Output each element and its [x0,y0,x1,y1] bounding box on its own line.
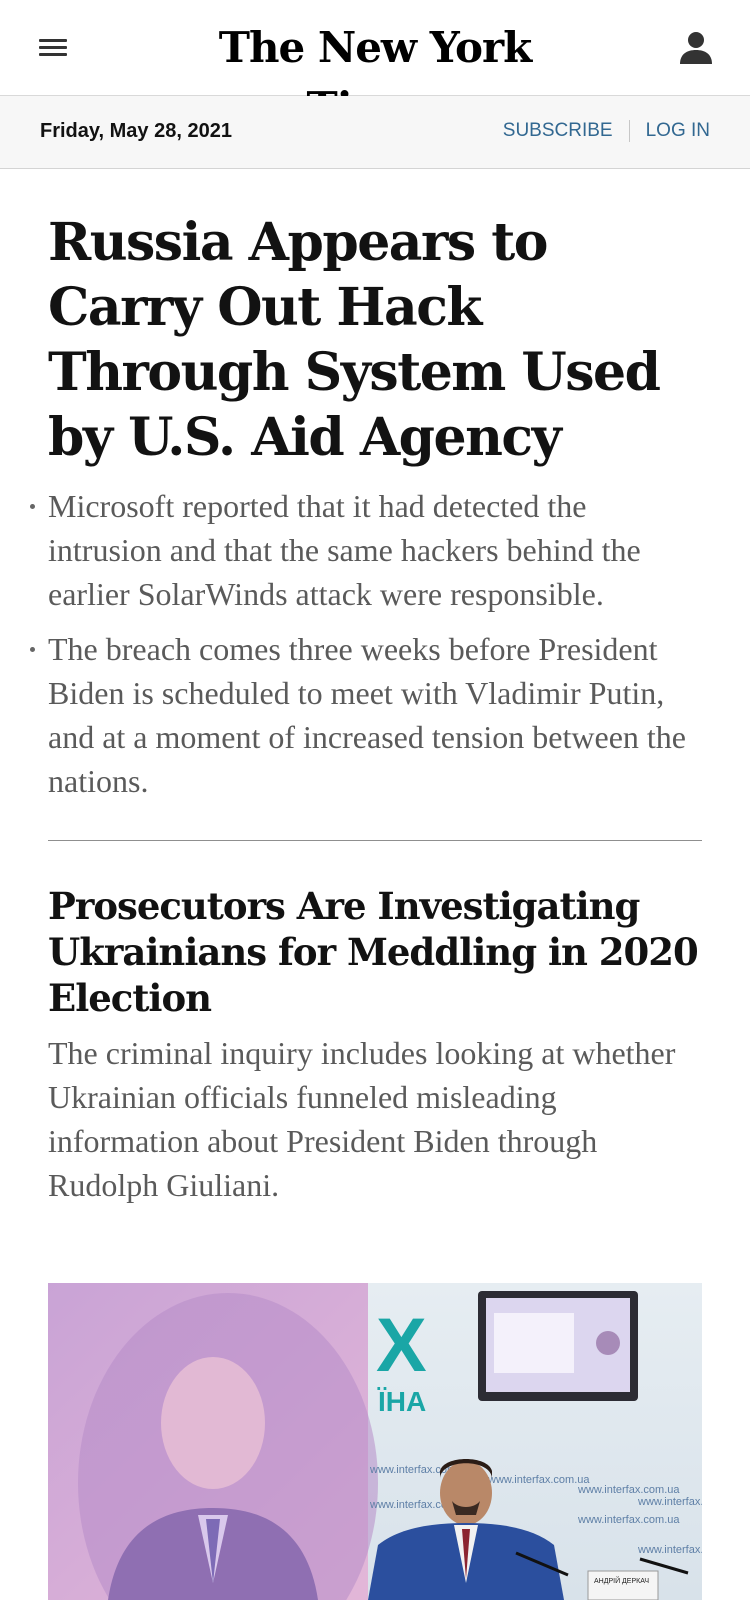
nameplate-text: АНДРІЙ ДЕРКАЧ [594,1576,649,1585]
lead-headline[interactable]: Russia Appears to Carry Out Hack Through… [48,210,702,470]
svg-text:www.interfax.com.ua: www.interfax.com.ua [637,1496,702,1508]
date-bar: Friday, May 28, 2021 SUBSCRIBE LOG IN [0,96,750,169]
current-date: Friday, May 28, 2021 [40,120,232,142]
interfax-logo-sub: ÏНА [377,1386,426,1417]
main-content: Russia Appears to Carry Out Hack Through… [30,210,702,1207]
svg-text:www.interfax.com.ua: www.interfax.com.ua [637,1544,702,1556]
press-conference-image: X ÏНА www.interfax.com.ua www.interfax.c… [48,1283,702,1600]
subscribe-link[interactable]: SUBSCRIBE [503,120,613,142]
lead-summary-list: Microsoft reported that it had detected … [30,484,702,803]
hamburger-menu-icon[interactable] [36,33,72,63]
lead-summary-bullet: The breach comes three weeks before Pres… [30,627,702,803]
login-link[interactable]: LOG IN [646,120,710,142]
second-headline[interactable]: Prosecutors Are Investigating Ukrainians… [48,883,702,1021]
bullet-text: Microsoft reported that it had detected … [48,488,641,612]
bullet-text: The breach comes three weeks before Pres… [48,631,686,799]
lead-summary-bullet: Microsoft reported that it had detected … [30,484,702,616]
top-navigation-bar: The New York Times [0,0,750,132]
link-divider [628,120,630,142]
account-links: SUBSCRIBE LOG IN [503,120,710,142]
second-summary: The criminal inquiry includes looking at… [48,1035,676,1203]
site-logo[interactable]: The New York Times [150,18,600,132]
svg-text:www.interfax.com.ua: www.interfax.com.ua [577,1484,680,1496]
svg-text:www.interfax.com.ua: www.interfax.com.ua [577,1514,680,1526]
bullet-dot-icon [30,647,35,652]
story-divider [48,840,702,841]
svg-text:www.interfax.com.ua: www.interfax.com.ua [487,1474,590,1486]
story-photo[interactable]: X ÏНА www.interfax.com.ua www.interfax.c… [48,1283,702,1600]
bullet-dot-icon [30,504,35,509]
interfax-logo: X [376,1303,427,1388]
person-icon[interactable] [676,28,716,68]
